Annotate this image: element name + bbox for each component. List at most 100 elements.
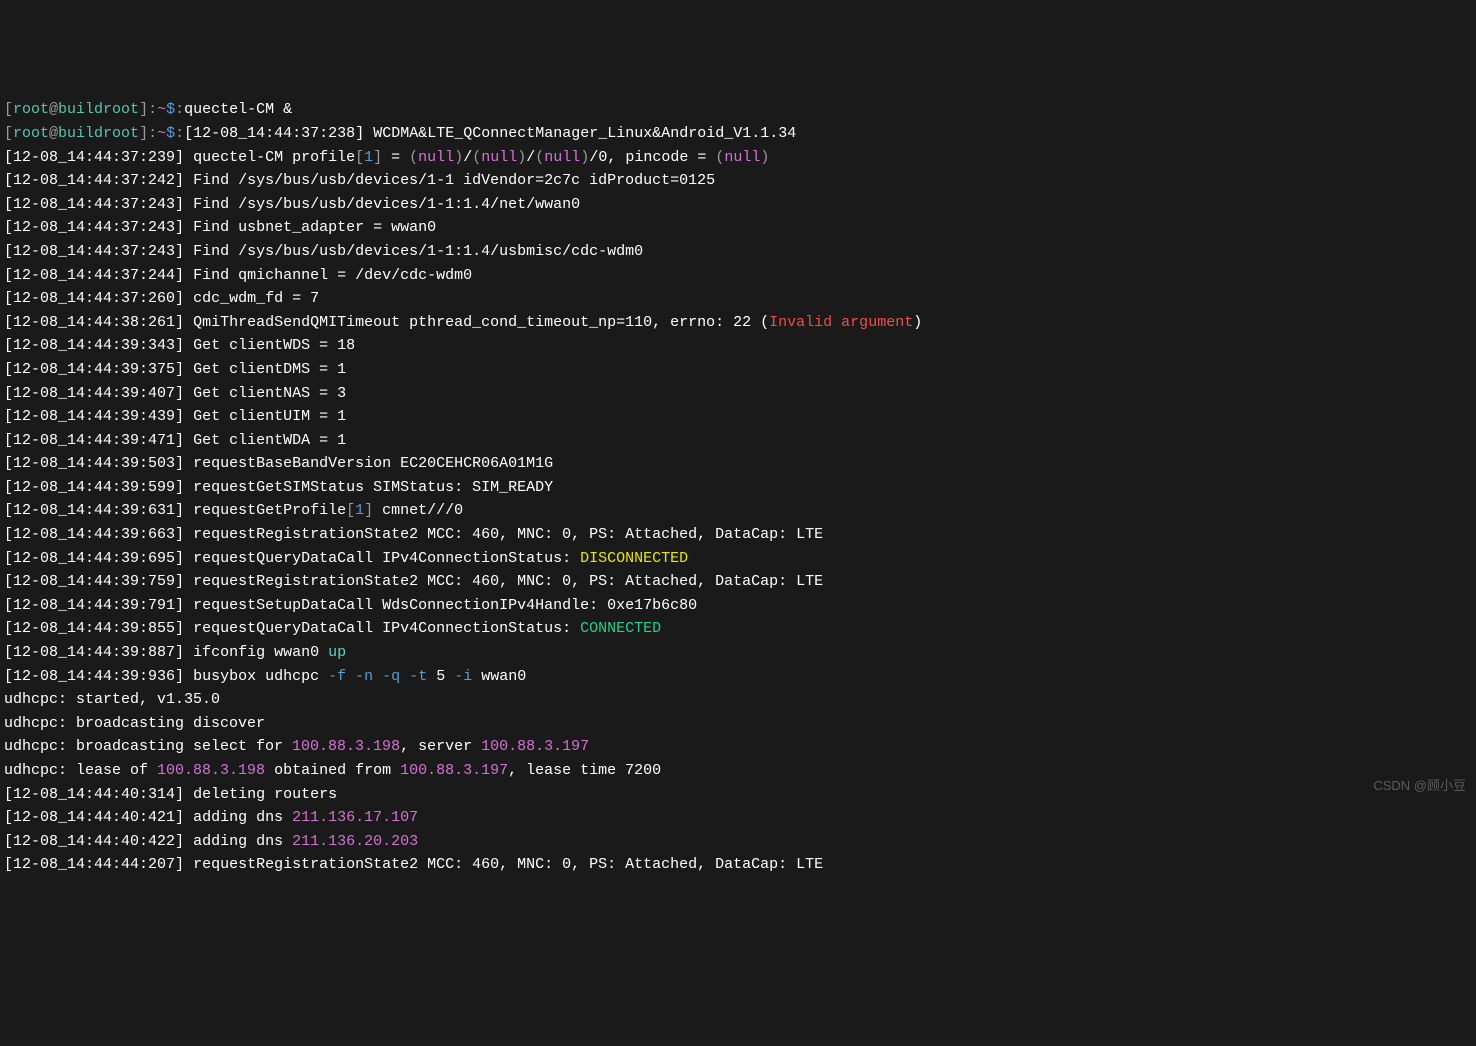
udhcpc-line: udhcpc: lease of 100.88.3.198 obtained f… <box>4 762 661 779</box>
log-line: [12-08_14:44:37:244] Find qmichannel = /… <box>4 267 472 284</box>
log-line: [12-08_14:44:39:407] Get clientNAS = 3 <box>4 385 346 402</box>
log-line: [12-08_14:44:39:343] Get clientWDS = 18 <box>4 337 355 354</box>
flag: -i <box>454 668 472 685</box>
log-line: [12-08_14:44:37:239] quectel-CM profile[… <box>4 149 769 166</box>
log-line: [12-08_14:44:39:631] requestGetProfile[1… <box>4 502 463 519</box>
error-text: Invalid argument <box>769 314 913 331</box>
timestamp: 12-08_14:44:39:503 <box>13 455 175 472</box>
index: 1 <box>364 149 373 166</box>
log-line: [12-08_14:44:39:439] Get clientUIM = 1 <box>4 408 346 425</box>
command: quectel-CM & <box>184 101 292 118</box>
timestamp: 12-08_14:44:39:631 <box>13 502 175 519</box>
timestamp: 12-08_14:44:44:207 <box>13 856 175 873</box>
log-text: quectel-CM profile <box>184 149 355 166</box>
log-text: Find /sys/bus/usb/devices/1-1:1.4/net/ww… <box>184 196 580 213</box>
log-line: [12-08_14:44:38:261] QmiThreadSendQMITim… <box>4 314 922 331</box>
log-line: [12-08_14:44:39:791] requestSetupDataCal… <box>4 597 697 614</box>
timestamp: 12-08_14:44:39:343 <box>13 337 175 354</box>
log-text: requestBaseBandVersion EC20CEHCR06A01M1G <box>184 455 553 472</box>
log-line: [12-08_14:44:37:242] Find /sys/bus/usb/d… <box>4 172 715 189</box>
log-line: [12-08_14:44:40:422] adding dns 211.136.… <box>4 833 418 850</box>
timestamp: 12-08_14:44:39:471 <box>13 432 175 449</box>
log-line: [12-08_14:44:39:599] requestGetSIMStatus… <box>4 479 553 496</box>
log-text: requestRegistrationState2 MCC: 460, MNC:… <box>184 856 823 873</box>
timestamp: 12-08_14:44:39:936 <box>13 668 175 685</box>
flag: -f <box>328 668 346 685</box>
log-text: Find /sys/bus/usb/devices/1-1 idVendor=2… <box>184 172 715 189</box>
log-text: Get clientDMS = 1 <box>184 361 346 378</box>
timestamp: 12-08_14:44:39:791 <box>13 597 175 614</box>
log-text: cdc_wdm_fd = 7 <box>184 290 319 307</box>
null-value: null <box>418 149 454 166</box>
log-text: ifconfig wwan0 <box>184 644 328 661</box>
udhcpc-line: udhcpc: broadcasting discover <box>4 715 265 732</box>
log-text: deleting routers <box>184 786 337 803</box>
ip-address: 211.136.17.107 <box>292 809 418 826</box>
null-value: null <box>481 149 517 166</box>
timestamp: 12-08_14:44:37:238 <box>193 125 355 142</box>
log-text: Get clientWDS = 18 <box>184 337 355 354</box>
at: @ <box>49 101 58 118</box>
log-line: [12-08_14:44:39:471] Get clientWDA = 1 <box>4 432 346 449</box>
log-text: Get clientUIM = 1 <box>184 408 346 425</box>
log-text: requestQueryDataCall IPv4ConnectionStatu… <box>184 550 580 567</box>
log-line: [12-08_14:44:37:260] cdc_wdm_fd = 7 <box>4 290 319 307</box>
prompt-host: buildroot <box>58 125 139 142</box>
timestamp: 12-08_14:44:39:759 <box>13 573 175 590</box>
log-line: [12-08_14:44:39:855] requestQueryDataCal… <box>4 620 661 637</box>
log-text: Find usbnet_adapter = wwan0 <box>184 219 436 236</box>
log-text: WCDMA&LTE_QConnectManager_Linux&Android_… <box>364 125 796 142</box>
timestamp: 12-08_14:44:37:239 <box>13 149 175 166</box>
log-line: [12-08_14:44:40:421] adding dns 211.136.… <box>4 809 418 826</box>
timestamp: 12-08_14:44:40:314 <box>13 786 175 803</box>
status-connected: CONNECTED <box>580 620 661 637</box>
timestamp: 12-08_14:44:38:261 <box>13 314 175 331</box>
timestamp: 12-08_14:44:39:407 <box>13 385 175 402</box>
log-text: Get clientWDA = 1 <box>184 432 346 449</box>
udhcpc-line: udhcpc: started, v1.35.0 <box>4 691 220 708</box>
bracket-close: ] <box>139 101 148 118</box>
log-text: busybox udhcpc <box>184 668 328 685</box>
ip-address: 100.88.3.197 <box>481 738 589 755</box>
log-text: Find /sys/bus/usb/devices/1-1:1.4/usbmis… <box>184 243 643 260</box>
at: @ <box>49 125 58 142</box>
null-value: null <box>544 149 580 166</box>
timestamp: 12-08_14:44:37:244 <box>13 267 175 284</box>
log-text: adding dns <box>184 833 292 850</box>
log-text: Find qmichannel = /dev/cdc-wdm0 <box>184 267 472 284</box>
timestamp: 12-08_14:44:39:439 <box>13 408 175 425</box>
log-line: [12-08_14:44:39:887] ifconfig wwan0 up <box>4 644 346 661</box>
log-line: [12-08_14:44:37:243] Find /sys/bus/usb/d… <box>4 243 643 260</box>
log-text: requestRegistrationState2 MCC: 460, MNC:… <box>184 573 823 590</box>
prompt-line-1: [root@buildroot]:~$:quectel-CM & <box>4 101 292 118</box>
log-line: [12-08_14:44:39:663] requestRegistration… <box>4 526 823 543</box>
bracket: ] <box>355 125 364 142</box>
log-text: Get clientNAS = 3 <box>184 385 346 402</box>
timestamp: 12-08_14:44:37:243 <box>13 219 175 236</box>
flag: -n <box>355 668 373 685</box>
log-line: [12-08_14:44:40:314] deleting routers <box>4 786 337 803</box>
timestamp: 12-08_14:44:39:855 <box>13 620 175 637</box>
colon2: : <box>175 101 184 118</box>
log-line: [12-08_14:44:37:243] Find /sys/bus/usb/d… <box>4 196 580 213</box>
index: 1 <box>355 502 364 519</box>
colon2: : <box>175 125 184 142</box>
log-line: [12-08_14:44:39:936] busybox udhcpc -f -… <box>4 668 526 685</box>
log-line: [12-08_14:44:39:375] Get clientDMS = 1 <box>4 361 346 378</box>
bracket: [ <box>184 125 193 142</box>
ip-address: 100.88.3.197 <box>400 762 508 779</box>
dollar: $ <box>166 125 175 142</box>
terminal[interactable]: [root@buildroot]:~$:quectel-CM & [root@b… <box>4 98 1472 877</box>
timestamp: 12-08_14:44:40:421 <box>13 809 175 826</box>
log-line: [12-08_14:44:44:207] requestRegistration… <box>4 856 823 873</box>
timestamp: 12-08_14:44:39:695 <box>13 550 175 567</box>
log-text: requestGetProfile <box>184 502 346 519</box>
timestamp: 12-08_14:44:39:663 <box>13 526 175 543</box>
bracket-open: [ <box>4 101 13 118</box>
ip-address: 211.136.20.203 <box>292 833 418 850</box>
ip-address: 100.88.3.198 <box>292 738 400 755</box>
status-disconnected: DISCONNECTED <box>580 550 688 567</box>
null-value: null <box>724 149 760 166</box>
timestamp: 12-08_14:44:37:243 <box>13 196 175 213</box>
timestamp: 12-08_14:44:39:599 <box>13 479 175 496</box>
